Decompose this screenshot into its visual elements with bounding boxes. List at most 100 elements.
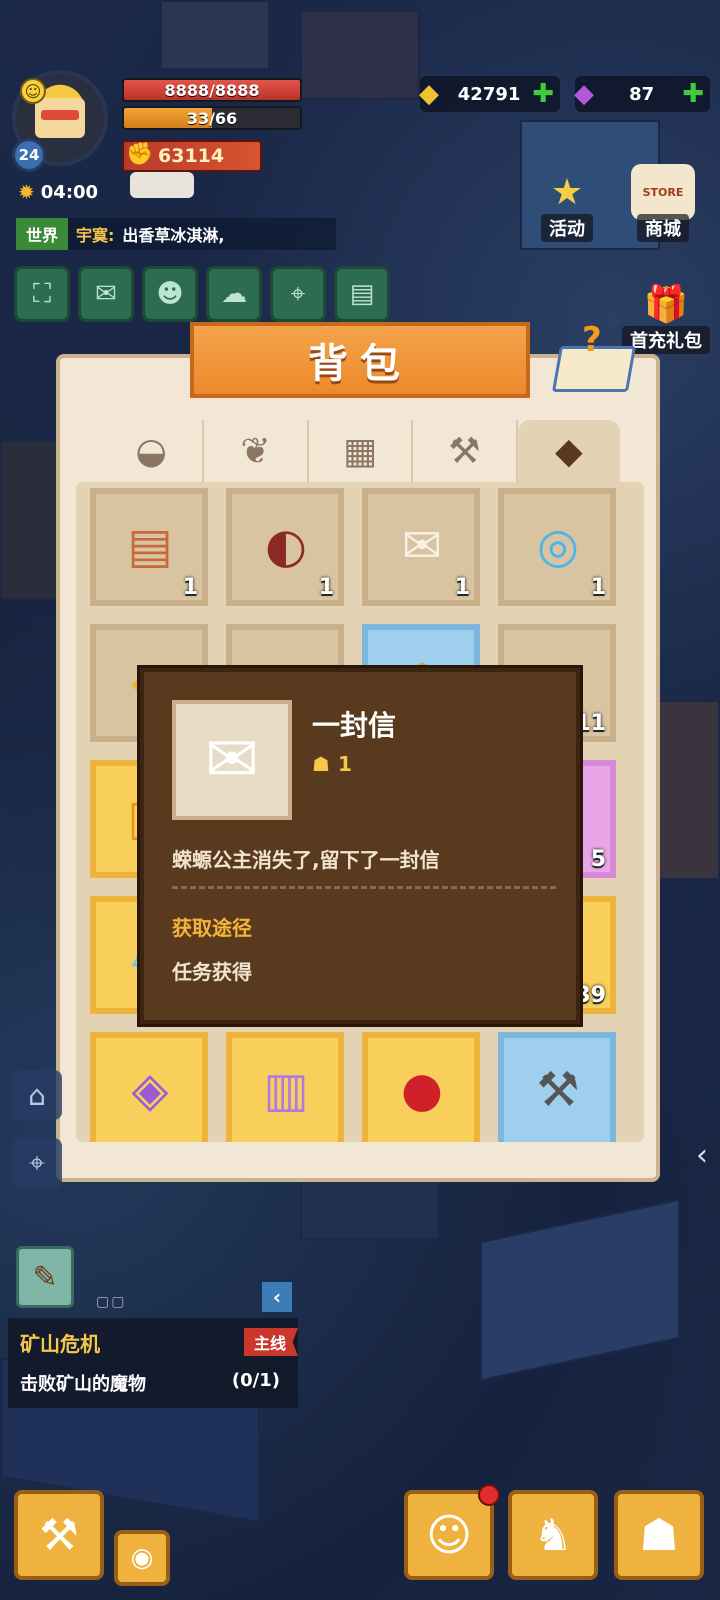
inventory-slot[interactable]: ▥ [226,1032,344,1142]
gold-currency: ◆ 42791 ✚ [419,76,560,112]
store-sign: STORE [642,185,684,199]
gem-currency: ◆ 87 ✚ [574,76,710,112]
mail-icon[interactable]: ✉ [78,266,134,322]
store-button[interactable]: STORE 商城 [624,158,702,242]
backpack-icon: ☗ [639,1509,679,1561]
inventory-slot[interactable]: ◎ 1 [498,488,616,606]
avatar-face [35,98,85,138]
collapse-quest-button[interactable]: ‹ [262,1282,292,1312]
chat-channel-tag: 世界 [16,218,69,250]
hero-portrait-icon: ☺ [426,1509,472,1561]
star-gift-icon: ★ [550,171,584,213]
gift-box-icon: 🎁 [643,284,689,325]
xp-bar: 33/66 [122,106,302,130]
pets-button[interactable]: ♞ [508,1490,598,1580]
item-count: 1 [182,575,198,600]
inventory-slot[interactable]: ◐ 1 [226,488,344,606]
chat-line[interactable]: 世界 宇寞: 出香草冰淇淋, [16,218,336,250]
tools-icon: ⚒ [448,430,481,472]
item-tooltip: ✉ 一封信 ☗ 1 蝾螈公主消失了,留下了一封信 获取途径 任务获得 [140,668,580,1024]
category-tabs: ◒ ❦ ▦ ⚒ ◆ [100,420,621,482]
camera-button[interactable]: ◉ [114,1530,170,1586]
speech-bubble-icon[interactable] [130,172,194,198]
meat-steak-icon: ◐ [265,518,307,574]
level-badge: 24 [12,138,46,172]
chevron-left-icon[interactable]: ‹ [684,1130,720,1180]
background-block [0,440,60,600]
fullscreen-icon[interactable]: ⛶ [14,266,70,322]
hero-button[interactable]: ☺ [404,1490,494,1580]
store-icon: STORE [631,164,695,220]
backpack-button[interactable]: ☗ [614,1490,704,1580]
copper-bars-icon: ▤ [127,518,173,574]
tab-crops[interactable]: ❦ [204,420,309,482]
inventory-slot[interactable]: ▤ 1 [90,488,208,606]
hammer-icon: ⚒ [39,1509,79,1561]
backpack-icon: ☗ [312,752,330,776]
function-icon-row: ⛶ ✉ ☻ ☁ ⌖ ▤ [14,266,390,322]
add-gem-icon[interactable]: ✚ [682,79,704,109]
help-book-icon[interactable]: ? [551,320,637,396]
quest-tag: 主线 [243,1328,298,1356]
wheat-icon: ❦ [240,430,271,472]
quest-description: 击败矿山的魔物 [20,1374,146,1395]
friends-icon[interactable]: ☻ [142,266,198,322]
map-icon[interactable]: ⌖ [270,266,326,322]
id-card-icon[interactable]: ▤ [334,266,390,322]
inventory-slot[interactable]: ◈ [90,1032,208,1142]
notification-dot [478,1484,500,1506]
letter-icon: ✉ [172,700,292,820]
background-block [160,0,270,70]
xp-value: 33/66 [186,108,238,128]
quest-page-indicator: ▢▢ [96,1294,127,1310]
quest-book-icon[interactable]: ✎ [16,1246,74,1308]
divider [172,886,556,889]
activity-button[interactable]: ★ 活动 [528,158,606,242]
inventory-slot[interactable]: ✉ 1 [362,488,480,606]
chat-icon[interactable]: ☁ [206,266,262,322]
background-block [300,10,420,100]
tab-treasures[interactable]: ◆ [517,420,621,482]
tab-food[interactable]: ◒ [100,420,205,482]
activity-label: 活动 [541,214,593,242]
purple-gem-icon: ◆ [574,79,594,109]
background-block [480,1198,680,1382]
background-block [650,700,720,880]
quest-title: 矿山危机 [20,1332,100,1356]
panel-title: 背包 [190,322,530,398]
home-icon[interactable]: ⌂ [12,1070,62,1120]
tab-tools[interactable]: ⚒ [413,420,518,482]
quest-progress: (0/1) [231,1370,280,1391]
sun-icon: ✹ [18,180,35,204]
source-text: 任务获得 [172,960,252,984]
crystal-ball-icon: ◎ [537,518,579,574]
camera-icon: ◉ [130,1543,154,1573]
item-count: 1 [318,575,334,600]
item-count: 5 [590,847,606,872]
timer: ✹ 04:00 [18,180,98,204]
location-pin-icon[interactable]: ⌖ [12,1138,62,1188]
bricks-icon: ▦ [343,430,378,472]
pets-icon: ♞ [533,1509,573,1561]
source-heading: 获取途径 [172,916,252,940]
emoji-icon[interactable]: ☺ [20,78,46,104]
inventory-slot[interactable]: ⚒ [498,1032,616,1142]
tab-materials[interactable]: ▦ [309,420,414,482]
question-mark-icon: ? [582,320,602,360]
item-count: 1 [590,575,606,600]
item-owned: ☗ 1 [312,752,352,776]
quest-panel[interactable]: 矿山危机 主线 击败矿山的魔物 (0/1) [8,1318,298,1408]
diamond-icon: ◆ [554,430,583,472]
add-gold-icon[interactable]: ✚ [532,79,554,109]
item-owned-count: 1 [337,752,352,776]
chat-user: 宇寞: [76,226,115,245]
build-hammer-button[interactable]: ⚒ [14,1490,104,1580]
inventory-slot[interactable]: ● [362,1032,480,1142]
fist-icon: ✊ [126,142,154,167]
hp-bar: 8888/8888 [122,78,302,102]
hammer-icon: ⚒ [536,1062,580,1118]
purple-crystal-icon: ◈ [131,1062,169,1118]
food-bowl-icon: ◒ [135,430,167,472]
gold-value: 42791 [457,83,521,105]
item-description: 蝾螈公主消失了,留下了一封信 [172,848,440,872]
